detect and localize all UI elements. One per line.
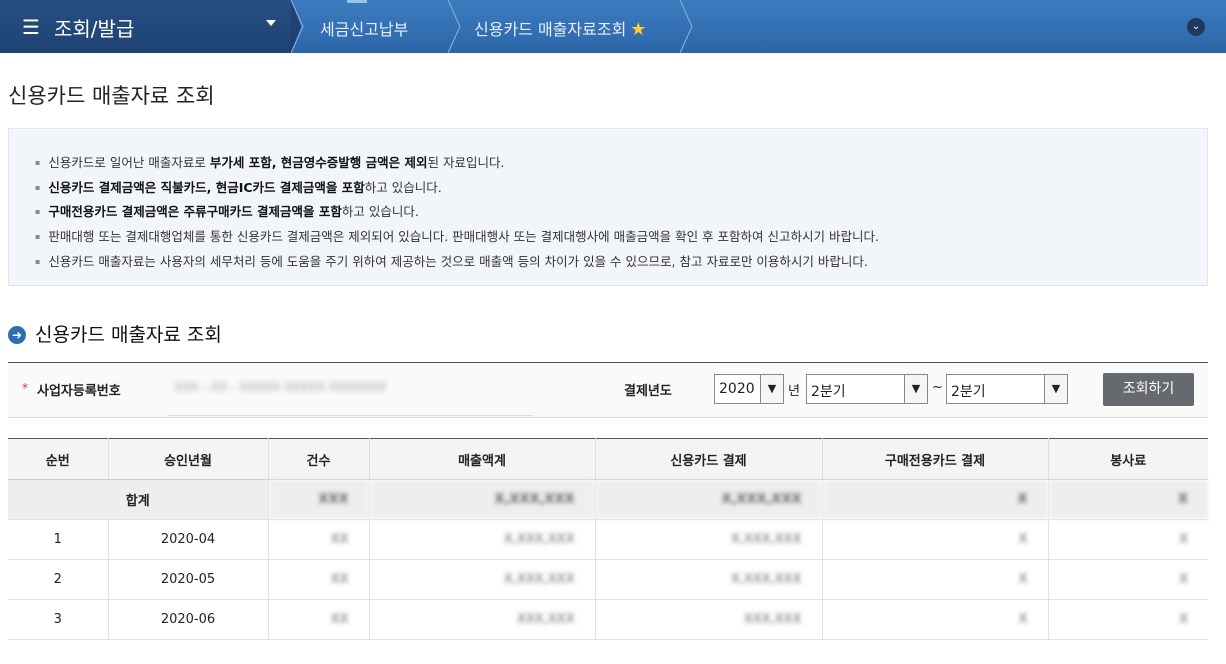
row-number: 3 (8, 599, 109, 640)
notice-bold-text: 구매전용카드 결제금액은 주류구매카드 결제금액을 포함 (48, 204, 342, 220)
column-header: 승인년월 (108, 438, 269, 480)
dropdown-caret-icon[interactable] (266, 20, 276, 26)
row-service-fee: X (1048, 519, 1208, 560)
row-sales: X,XXX,XXX (369, 519, 596, 560)
notice-text: 된 자료입니다. (427, 155, 505, 170)
from-quarter-select[interactable]: 2분기 ▼ (806, 374, 928, 404)
arrow-circle-icon: ➜ (8, 326, 26, 344)
breadcrumb-separator-icon (680, 0, 693, 53)
business-number-value: XXX - XX - XXXXX XXXXX XXXXXXX (174, 380, 387, 394)
notice-text: 하고 있습니다. (341, 204, 419, 220)
row-count: XX (268, 599, 370, 640)
required-mark: * (22, 381, 28, 395)
year-unit-label: 년 (788, 384, 800, 399)
hamburger-menu-icon[interactable]: ☰ (22, 15, 40, 39)
total-label: 합계 (8, 479, 269, 520)
section-title: ➜ 신용카드 매출자료 조회 (8, 320, 222, 347)
active-tab-indicator (347, 0, 367, 3)
total-service-fee: X (1048, 479, 1208, 520)
page-title: 신용카드 매출자료 조회 (8, 84, 215, 108)
payment-year-label: 결제년도 (624, 384, 672, 399)
notice-item: 신용카드 매출자료는 사용자의 세무처리 등에 도움을 주기 위하여 제공하는 … (35, 251, 879, 276)
table-header-row: 순번 승인년월 건수 매출액계 신용카드 결제 구매전용카드 결제 봉사료 (8, 438, 1208, 480)
row-sales: XXX,XXX (369, 599, 596, 640)
table-row: 2 2020-05 XX X,XXX,XXX X,XXX,XXX X X (8, 559, 1208, 600)
chevron-down-icon[interactable]: ▼ (760, 375, 783, 403)
row-sales: X,XXX,XXX (369, 559, 596, 600)
year-select-value: 2020 (719, 381, 755, 397)
main-menu-dropdown[interactable]: ☰ 조회/발급 (0, 0, 292, 53)
column-header: 구매전용카드 결제 (822, 438, 1049, 480)
main-menu-label[interactable]: 조회/발급 (54, 13, 134, 42)
total-credit-card: X,XXX,XXX (595, 479, 823, 520)
notice-text: 하고 있습니다. (364, 179, 442, 195)
column-header: 매출액계 (369, 438, 596, 480)
column-header: 봉사료 (1048, 438, 1208, 480)
row-number: 2 (8, 559, 109, 600)
row-purchase-card: X (822, 519, 1049, 560)
favorite-star-icon[interactable]: ★ (630, 19, 646, 40)
row-purchase-card: X (822, 559, 1049, 600)
notice-item: 신용카드로 일어난 매출자료로 부가세 포함, 현금영수증발행 금액은 제외된 … (35, 152, 879, 177)
business-number-label: 사업자등록번호 (37, 384, 121, 399)
row-service-fee: X (1048, 599, 1208, 640)
total-purchase-card: X (822, 479, 1049, 520)
table-row: 1 2020-04 XX X,XXX,XXX X,XXX,XXX X X (8, 519, 1208, 560)
column-header: 순번 (8, 438, 109, 480)
breadcrumb-current-label[interactable]: 신용카드 매출자료조회 (474, 20, 626, 39)
row-month: 2020-05 (108, 559, 269, 600)
notice-item: 신용카드 결제금액은 직불카드, 현금IC카드 결제금액을 포함하고 있습니다. (35, 177, 879, 202)
notice-box: 신용카드로 일어난 매출자료로 부가세 포함, 현금영수증발행 금액은 제외된 … (8, 128, 1208, 286)
column-header: 건수 (268, 438, 370, 480)
breadcrumb-current-page[interactable]: 신용카드 매출자료조회 ★ (474, 16, 646, 40)
section-title-text: 신용카드 매출자료 조회 (35, 324, 222, 346)
breadcrumb-tax-filing[interactable]: 세금신고납부 (320, 16, 408, 40)
row-credit-card: XXX,XXX (595, 599, 823, 640)
total-sales: X,XXX,XXX (369, 479, 596, 520)
notice-item: 구매전용카드 결제금액은 주류구매카드 결제금액을 포함하고 있습니다. (35, 201, 879, 226)
notice-bold-text: 부가세 포함, 현금영수증발행 금액은 제외 (209, 155, 428, 170)
search-form: * 사업자등록번호 XXX - XX - XXXXX XXXXX XXXXXXX… (8, 362, 1208, 418)
collapse-chevron-icon[interactable]: ⌄ (1187, 18, 1205, 36)
chevron-down-icon[interactable]: ▼ (904, 375, 927, 403)
search-button[interactable]: 조회하기 (1103, 373, 1194, 406)
notice-text: 신용카드로 일어난 매출자료로 (48, 155, 210, 170)
row-month: 2020-04 (108, 519, 269, 560)
table-row: 3 2020-06 XX XXX,XXX XXX,XXX X X (8, 599, 1208, 640)
row-count: XX (268, 559, 370, 600)
sales-table: 순번 승인년월 건수 매출액계 신용카드 결제 구매전용카드 결제 봉사료 합계… (8, 438, 1208, 640)
row-service-fee: X (1048, 559, 1208, 600)
row-month: 2020-06 (108, 599, 269, 640)
notice-item: 판매대행 또는 결제대행업체를 통한 신용카드 결제금액은 제외되어 있습니다.… (35, 226, 879, 251)
notice-bold-text: 신용카드 결제금액은 직불카드, 현금IC카드 결제금액을 포함 (48, 179, 365, 195)
row-credit-card: X,XXX,XXX (595, 559, 823, 600)
chevron-down-icon[interactable]: ▼ (1044, 375, 1067, 403)
notice-list: 신용카드로 일어난 매출자료로 부가세 포함, 현금영수증발행 금액은 제외된 … (35, 152, 879, 276)
row-purchase-card: X (822, 599, 1049, 640)
to-quarter-select[interactable]: 2분기 ▼ (946, 374, 1068, 404)
from-quarter-value: 2분기 (811, 384, 846, 400)
year-select[interactable]: 2020 ▼ (714, 374, 784, 404)
to-quarter-value: 2분기 (951, 384, 986, 400)
top-navigation-bar: ☰ 조회/발급 세금신고납부 신용카드 매출자료조회 ★ ⌄ (0, 0, 1226, 53)
total-count: XXX (268, 479, 370, 520)
total-row: 합계 XXX X,XXX,XXX X,XXX,XXX X X (8, 479, 1208, 520)
breadcrumb-separator-icon (448, 0, 461, 53)
range-tilde: ~ (932, 380, 943, 395)
row-count: XX (268, 519, 370, 560)
row-credit-card: X,XXX,XXX (595, 519, 823, 560)
breadcrumb-separator-icon (291, 0, 304, 53)
column-header: 신용카드 결제 (595, 438, 823, 480)
row-number: 1 (8, 519, 109, 560)
divider (168, 415, 533, 416)
